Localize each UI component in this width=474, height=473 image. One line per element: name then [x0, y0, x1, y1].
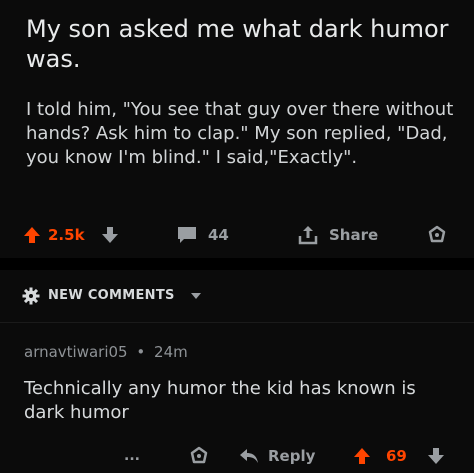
comment-downvote-button[interactable]: [426, 441, 446, 471]
share-label: Share: [329, 226, 379, 244]
upvote-button[interactable]: [22, 220, 42, 250]
meta-separator: •: [136, 343, 146, 361]
post-body: I told him, "You see that guy over there…: [26, 99, 454, 168]
comment-icon: [178, 227, 196, 243]
comment-author[interactable]: arnavtiwari05: [24, 343, 128, 361]
downvote-icon[interactable]: [100, 225, 120, 245]
more-button[interactable]: ...: [124, 441, 140, 471]
downvote-button[interactable]: [100, 220, 120, 250]
upvote-icon[interactable]: [22, 225, 42, 245]
post-title[interactable]: My son asked me what dark humor was.: [26, 14, 456, 74]
comment: arnavtiwari05 • 24m Technically any humo…: [0, 323, 474, 473]
share-button[interactable]: Share: [297, 220, 378, 250]
post-score: 2.5k: [48, 226, 85, 244]
downvote-icon[interactable]: [426, 446, 446, 466]
chevron-down-icon: [191, 293, 201, 299]
new-comments-sort[interactable]: NEW COMMENTS: [0, 270, 474, 323]
post-actions-bar: 2.5k 44 Share: [0, 220, 474, 250]
reply-button[interactable]: Reply: [238, 441, 315, 471]
post-card: My son asked me what dark humor was. I t…: [0, 0, 474, 258]
comment-award-button[interactable]: [188, 441, 210, 471]
comment-count: 44: [208, 226, 229, 244]
sort-label: NEW COMMENTS: [48, 288, 175, 303]
comment-age: 24m: [154, 343, 188, 361]
section-divider: [0, 258, 474, 270]
comment-upvote-button[interactable]: [352, 441, 372, 471]
comments-button[interactable]: 44: [176, 220, 229, 250]
reply-label: Reply: [268, 447, 316, 465]
share-icon: [298, 226, 318, 245]
comment-actions-bar: ... Reply 69: [0, 441, 474, 469]
comment-score: 69: [386, 447, 407, 465]
gear-icon: [22, 287, 40, 305]
upvote-icon[interactable]: [352, 446, 372, 466]
award-button[interactable]: [426, 220, 448, 250]
more-icon: ...: [124, 448, 140, 464]
award-icon: [190, 446, 208, 464]
award-icon: [428, 225, 446, 243]
reply-icon: [240, 449, 258, 463]
comment-meta: arnavtiwari05 • 24m: [24, 343, 188, 361]
comment-body: Technically any humor the kid has known …: [24, 378, 416, 423]
